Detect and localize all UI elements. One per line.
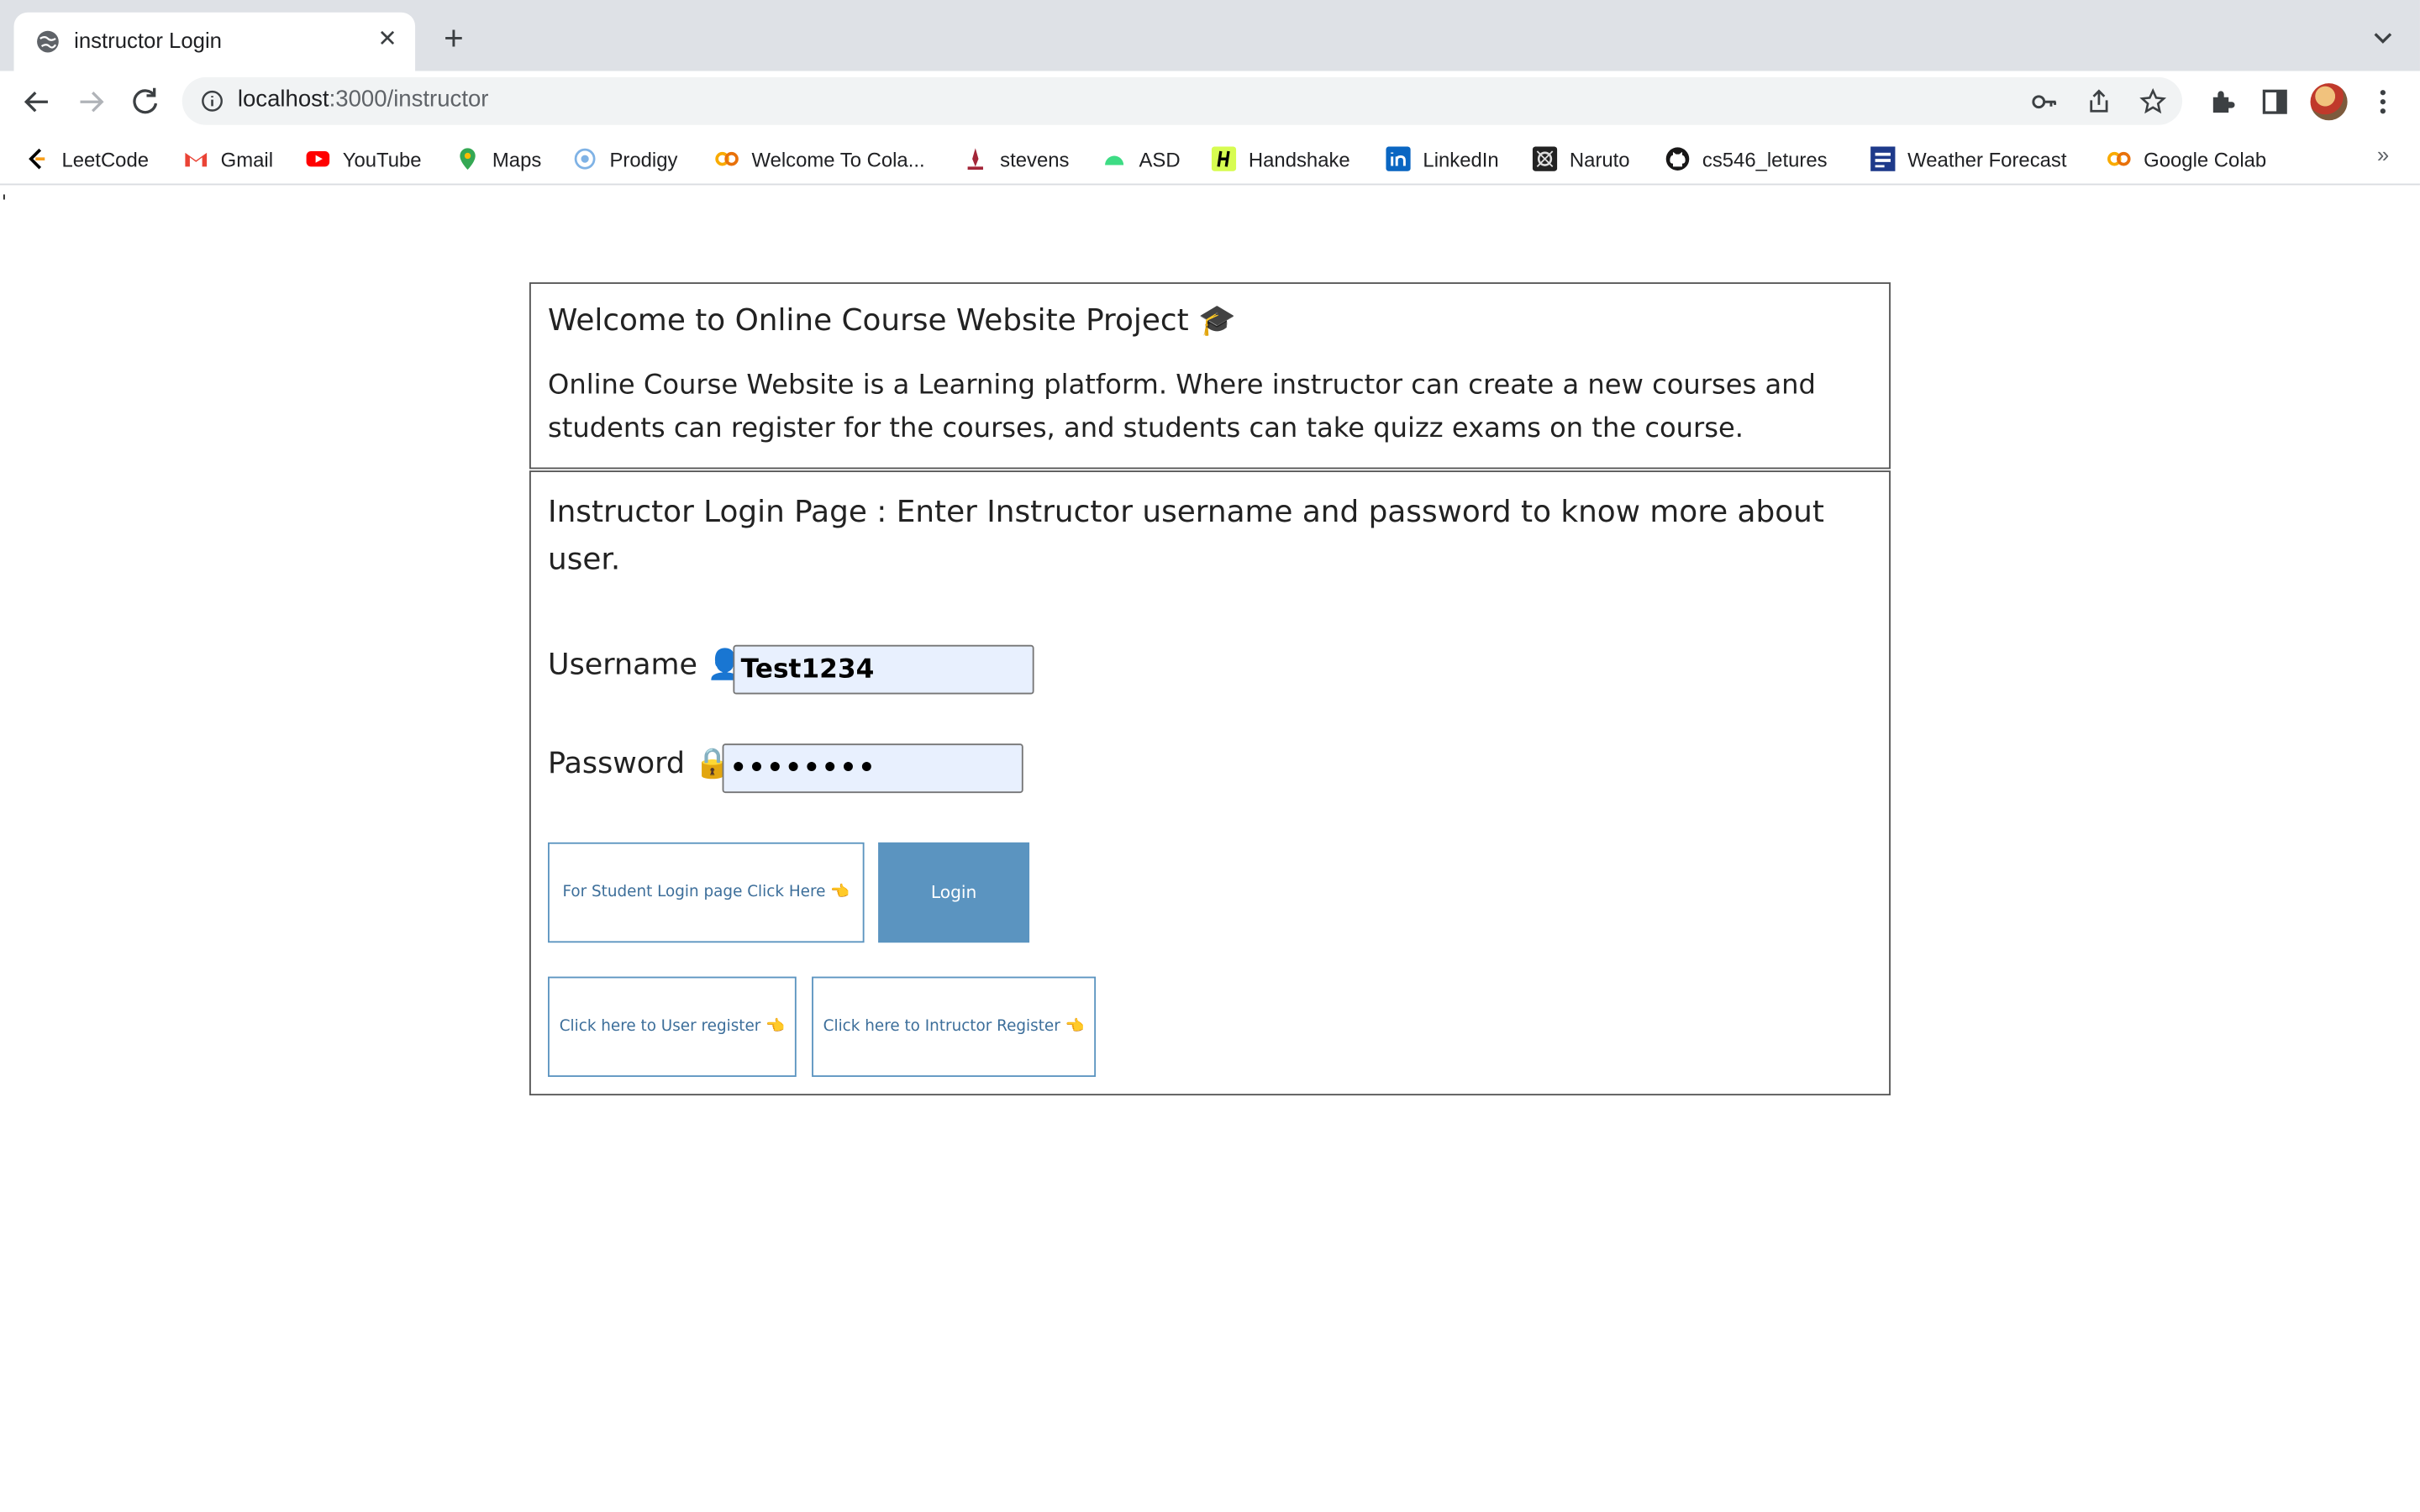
bookmarks-bar: LeetCode Gmail YouTube Maps Prodigy Welc…	[0, 132, 2420, 186]
new-tab-icon[interactable]: +	[437, 21, 471, 55]
login-heading: Instructor Login Page : Enter Instructor…	[548, 493, 1824, 577]
bookmark-prodigy[interactable]: Prodigy	[572, 145, 677, 173]
github-icon	[1665, 147, 1690, 171]
login-button[interactable]: Login	[878, 842, 1030, 943]
reload-icon[interactable]	[127, 83, 164, 120]
welcome-title: Welcome to Online Course Website Project…	[548, 302, 1236, 339]
bookmark-label: Welcome To Cola...	[751, 147, 925, 171]
bookmark-handshake[interactable]: Handshake	[1211, 145, 1350, 173]
bookmark-label: Naruto	[1569, 147, 1630, 171]
username-input[interactable]: Test1234	[733, 644, 1034, 695]
leetcode-icon	[29, 148, 45, 170]
bookmark-gmail[interactable]: Gmail	[184, 145, 273, 173]
bookmark-label: stevens	[1000, 147, 1070, 171]
bookmark-leetcode[interactable]: LeetCode	[24, 145, 149, 173]
bookmark-star-icon[interactable]	[2139, 87, 2167, 116]
bookmark-asd[interactable]: ASD	[1102, 145, 1181, 173]
colab-icon	[715, 151, 739, 166]
browser-toolbar: localhost:3000/instructor	[0, 71, 2420, 133]
url-text[interactable]: localhost:3000/instructor	[238, 87, 489, 113]
android-icon	[1105, 155, 1124, 165]
chevron-down-icon[interactable]	[2370, 24, 2395, 49]
share-icon[interactable]	[2085, 88, 2112, 116]
bookmark-welcome-colab[interactable]: Welcome To Cola...	[714, 145, 925, 173]
handshake-icon	[1211, 146, 1237, 171]
bookmark-label: Prodigy	[609, 147, 678, 171]
url-host: localhost	[237, 86, 329, 113]
globe-icon	[37, 30, 59, 53]
bookmark-label: YouTube	[342, 147, 422, 171]
user-register-button[interactable]: Click here to User register 👈	[548, 976, 797, 1078]
page-content: ' Welcome to Online Course Website Proje…	[0, 186, 2420, 1512]
bookmark-youtube[interactable]: YouTube	[306, 145, 422, 173]
active-tab[interactable]: instructor Login ✕	[13, 12, 416, 71]
tab-strip: instructor Login ✕ +	[0, 0, 2420, 71]
bookmark-stevens[interactable]: stevens	[963, 145, 1069, 173]
weather-icon	[1870, 146, 1896, 171]
bookmark-label: Handshake	[1248, 147, 1350, 171]
address-bar[interactable]: localhost:3000/instructor	[182, 76, 2183, 125]
prodigy-icon	[574, 148, 596, 170]
bookmark-label: Maps	[492, 147, 542, 171]
login-card: Instructor Login Page : Enter Instructor…	[529, 470, 1891, 1096]
tab-title: instructor Login	[74, 28, 222, 53]
bookmarks-overflow-icon[interactable]: »	[2377, 142, 2389, 166]
welcome-description: Online Course Website is a Learning plat…	[548, 370, 1816, 444]
gmail-icon	[185, 152, 208, 167]
password-label: Password 🔒	[548, 746, 731, 781]
bookmark-maps[interactable]: Maps	[455, 145, 541, 173]
site-info-icon[interactable]	[201, 90, 224, 113]
welcome-card: Welcome to Online Course Website Project…	[529, 282, 1891, 470]
bookmark-label: LeetCode	[61, 147, 150, 171]
forward-icon[interactable]	[72, 83, 109, 120]
side-panel-icon[interactable]	[2260, 87, 2291, 118]
bookmark-cs546[interactable]: cs546_letures	[1665, 145, 1828, 173]
bookmark-weather[interactable]: Weather Forecast	[1870, 145, 2067, 173]
stevens-icon	[967, 148, 983, 171]
stray-text: '	[1, 191, 7, 213]
url-path: :3000/instructor	[329, 86, 489, 113]
back-icon[interactable]	[18, 83, 55, 120]
bookmark-label: ASD	[1139, 147, 1181, 171]
key-icon[interactable]	[2031, 88, 2059, 116]
extensions-icon[interactable]	[2207, 87, 2238, 118]
bookmark-naruto[interactable]: Naruto	[1532, 145, 1630, 173]
bookmark-label: Gmail	[220, 147, 274, 171]
bookmark-label: Weather Forecast	[1907, 147, 2067, 171]
instructor-register-button[interactable]: Click here to Intructor Register 👈	[812, 976, 1097, 1078]
close-tab-icon[interactable]: ✕	[373, 26, 401, 54]
bookmark-label: cs546_letures	[1702, 147, 1828, 171]
username-label: Username 👤	[548, 648, 744, 682]
naruto-icon	[1532, 146, 1558, 171]
student-login-button[interactable]: For Student Login page Click Here 👈	[548, 842, 865, 943]
password-input[interactable]: ••••••••	[722, 743, 1023, 794]
menu-kebab-icon[interactable]	[2367, 87, 2398, 118]
bookmark-google-colab[interactable]: Google Colab	[2107, 145, 2266, 173]
bookmark-label: Google Colab	[2144, 147, 2267, 171]
linkedin-icon	[1386, 146, 1411, 171]
profile-avatar[interactable]	[2310, 83, 2348, 121]
youtube-icon	[306, 150, 330, 167]
bookmark-linkedin[interactable]: LinkedIn	[1386, 145, 1499, 173]
maps-icon	[460, 148, 476, 171]
bookmark-label: LinkedIn	[1423, 147, 1499, 171]
colab-icon	[2107, 151, 2131, 166]
